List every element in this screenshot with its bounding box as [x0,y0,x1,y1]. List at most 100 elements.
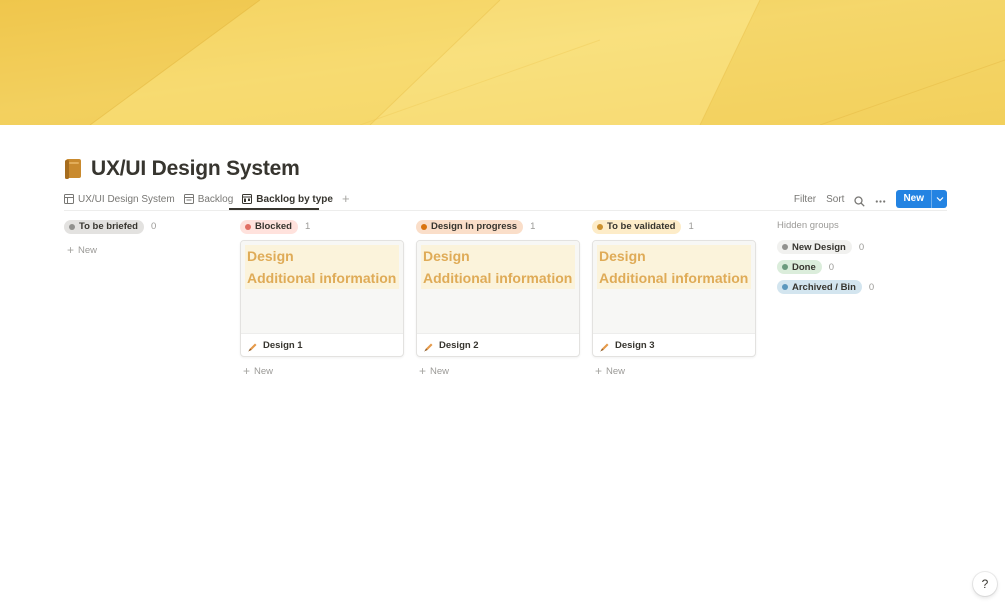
tab-ux-ui-design-system[interactable]: UX/UI Design System [64,188,175,210]
table-icon [64,194,74,204]
view-toolbar: Filter Sort New [784,189,947,209]
card-title: Design 1 [263,340,303,351]
board-card[interactable]: Design Additional information Design 1 [240,240,404,357]
group-count: 0 [858,241,865,253]
board-icon [242,194,253,204]
status-label: New Design [792,241,846,253]
status-dot [69,223,75,230]
add-view-button[interactable]: + [342,188,350,210]
status-pill[interactable]: Blocked [240,219,298,234]
status-dot [782,264,788,270]
column-header: To be validated 1 [592,219,756,234]
card-footer: Design 3 [593,333,755,356]
hidden-group-new-design[interactable]: New Design 0 [777,240,874,254]
status-pill[interactable]: To be briefed [64,219,144,234]
add-new-card-button[interactable]: + New [243,364,404,378]
new-button[interactable]: New [896,190,931,208]
help-icon: ? [981,577,989,591]
status-dot [782,284,788,290]
board-column-blocked: Blocked 1 Design Additional information … [240,219,404,378]
cover-image [0,0,1005,125]
preview-heading: Design [247,248,294,264]
plus-icon: + [595,364,603,378]
page-title[interactable]: UX/UI Design System [91,157,300,181]
add-new-label: New [78,244,98,256]
add-new-label: New [606,365,626,377]
status-dot [421,223,427,230]
board-column-to-be-briefed: To be briefed 0 + New [64,219,228,257]
column-count: 0 [150,221,157,232]
status-dot [597,223,603,230]
status-label: Archived / Bin [792,281,856,293]
status-pill[interactable]: To be validated [592,219,682,234]
card-preview: Design Additional information [593,241,755,333]
hidden-groups-title: Hidden groups [777,220,839,231]
tab-label: UX/UI Design System [78,193,175,205]
card-footer: Design 2 [417,333,579,356]
hidden-groups: Hidden groups New Design 0 Done 0 Archiv… [777,220,874,294]
status-dot [245,223,251,230]
status-label: To be briefed [79,221,138,232]
preview-heading: Design [599,248,646,264]
book-icon[interactable] [64,158,82,180]
card-title: Design 2 [439,340,479,351]
hidden-group-done[interactable]: Done 0 [777,260,874,274]
add-new-card-button[interactable]: + New [67,243,228,257]
view-tabs: UX/UI Design System Backlog Backlog by t… [64,188,350,210]
column-count: 1 [304,221,311,232]
add-new-label: New [430,365,450,377]
page-header: UX/UI Design System [64,154,300,184]
board-column-to-be-validated: To be validated 1 Design Additional info… [592,219,756,378]
preview-heading: Design [423,248,470,264]
add-new-label: New [254,365,274,377]
plus-icon: + [419,364,427,378]
pencil-icon [599,340,610,352]
tab-label: Backlog [197,193,234,205]
status-dot [782,244,788,250]
more-options-icon[interactable] [875,194,886,205]
column-header: Design In progress 1 [416,219,580,234]
filter-button[interactable]: Filter [794,194,816,205]
status-pill: Archived / Bin [777,280,862,294]
preview-subheading: Additional information [247,270,397,286]
plus-icon: + [243,364,251,378]
column-count: 1 [530,221,536,232]
board-card[interactable]: Design Additional information Design 3 [592,240,756,357]
pencil-icon [423,340,434,352]
column-count: 1 [688,221,694,232]
status-pill[interactable]: Design In progress [416,219,524,234]
add-new-card-button[interactable]: + New [419,364,580,378]
card-footer: Design 1 [241,333,403,356]
column-header: To be briefed 0 [64,219,228,234]
tab-label: Backlog by type [256,193,333,205]
divider [64,210,947,211]
card-preview: Design Additional information [417,241,579,333]
status-label: Design In progress [431,221,518,232]
tab-backlog-by-type[interactable]: Backlog by type [242,188,333,210]
plus-icon: + [67,243,75,257]
preview-subheading: Additional information [423,270,573,286]
group-count: 0 [868,281,875,293]
pencil-icon [247,340,258,352]
status-pill: New Design [777,240,852,254]
list-board-icon [183,194,194,204]
add-new-card-button[interactable]: + New [595,364,756,378]
hidden-group-archived-bin[interactable]: Archived / Bin 0 [777,280,874,294]
new-split-button: New [896,190,947,208]
card-preview: Design Additional information [241,241,403,333]
search-icon[interactable] [854,194,866,207]
status-label: To be validated [607,221,676,232]
card-title: Design 3 [615,340,655,351]
group-count: 0 [828,261,835,273]
tab-backlog[interactable]: Backlog [183,188,234,210]
help-button[interactable]: ? [973,572,997,596]
column-header: Blocked 1 [240,219,404,234]
status-label: Done [792,261,816,273]
sort-button[interactable]: Sort [826,194,844,205]
board-card[interactable]: Design Additional information Design 2 [416,240,580,357]
chevron-down-icon[interactable] [931,190,947,208]
status-label: Blocked [255,221,292,232]
preview-subheading: Additional information [599,270,749,286]
board-column-design-in-progress: Design In progress 1 Design Additional i… [416,219,580,378]
status-pill: Done [777,260,822,274]
